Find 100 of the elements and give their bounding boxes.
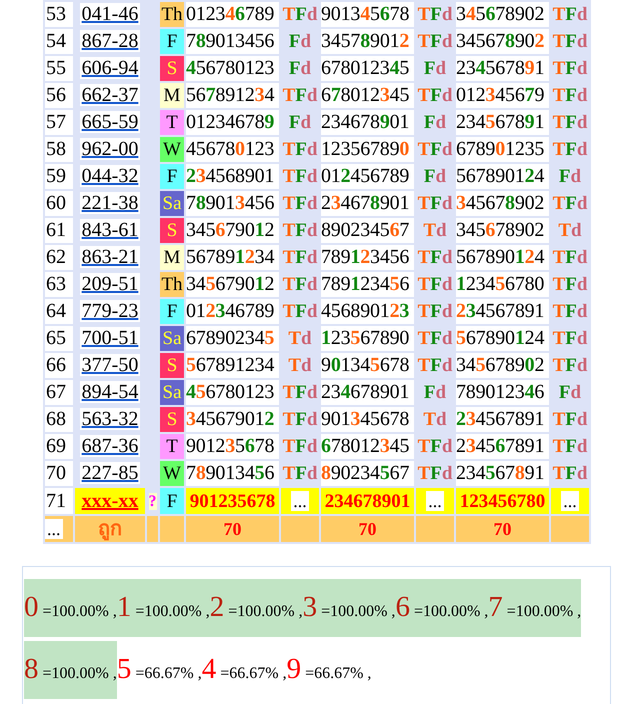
row-number: 62 [45,245,73,270]
match-label: Fd [424,166,446,187]
digit-stat: 9=66.67% , [286,652,372,687]
match-label: TFd [418,139,452,160]
number-cell: 234567891 [456,434,549,459]
day-badge: S [160,353,184,378]
question-mark: ? [148,493,156,510]
match-label: Fd [288,112,312,133]
number-cell: 456780123 [186,137,279,162]
number-cell: 234567891 [456,299,549,324]
day-badge: F [160,299,184,324]
number-cell: 890234567 [321,461,414,486]
row-number: 60 [45,191,73,216]
row-number: 66 [45,353,73,378]
match-label: TFd [418,193,452,214]
row-number: 59 [45,164,73,189]
number-cell: 678901235 [456,137,549,162]
total-label: ถูก [75,516,145,542]
number-cell: 567890124 [456,164,549,189]
ticket-link[interactable]: 221-38 [80,192,140,214]
match-label: TFd [282,220,318,241]
number-cell: 012346789 [186,2,279,27]
number-cell: 234567891 [456,407,549,432]
ticket-link[interactable]: 700-51 [80,327,140,349]
placeholder-mark: ... [291,490,309,510]
row-number: 65 [45,326,73,351]
number-cell: 345678902 [456,29,549,54]
digit-stat: 5=66.67% , [116,652,202,687]
row-number: 70 [45,461,73,486]
match-label: TFd [418,274,452,295]
ticket-link[interactable]: 779-23 [80,300,140,322]
number-cell: 456780123 [186,56,279,81]
ticket-link[interactable]: 687-36 [80,435,140,457]
digit-stat: 6=100.00% , [395,579,488,637]
ticket-link[interactable]: 863-21 [80,246,140,268]
match-label: TFd [282,436,318,457]
number-cell: 567891234 [186,245,279,270]
number-cell: 567891234 [186,353,279,378]
number-cell: 901235678 [186,434,279,459]
day-badge: M [160,245,184,270]
day-badge: Th [160,272,184,297]
ticket-link[interactable]: 041-46 [80,3,140,25]
match-label: TFd [418,4,452,25]
ticket-link[interactable]: 843-61 [80,219,140,241]
number-cell: 901345678 [321,2,414,27]
number-cell: 789123456 [321,245,414,270]
match-label: TFd [552,4,588,25]
number-cell: 567890124 [456,326,549,351]
match-label: TFd [418,85,452,106]
match-label: TFd [552,355,588,376]
day-badge: F [160,488,184,514]
row-number: 58 [45,137,73,162]
day-badge: S [160,218,184,243]
total-count: 70 [186,516,279,542]
match-label: TFd [552,301,588,322]
digit-stat: 0=100.00% , [24,579,117,637]
ticket-link[interactable]: 662-37 [80,84,140,106]
ticket-link[interactable]: 563-32 [80,408,140,430]
day-badge: W [160,461,184,486]
match-label: TFd [282,166,318,187]
number-cell: 345679012 [186,272,279,297]
digit-stat: 4=66.67% , [202,652,287,687]
day-badge: Sa [160,380,184,405]
match-label: TFd [282,382,318,403]
match-label: TFd [552,274,588,295]
number-cell: 678012345 [321,434,414,459]
ticket-link[interactable]: 044-32 [80,165,140,187]
match-label: TFd [552,409,588,430]
number-cell: 567891234 [186,83,279,108]
match-label: Fd [424,58,446,79]
match-label: Td [288,355,312,376]
ticket-link[interactable]: 377-50 [80,354,140,376]
day-badge: F [160,164,184,189]
match-label: Td [288,328,312,349]
placeholder-mark: ... [561,490,579,510]
ticket-link[interactable]: 894-54 [80,381,140,403]
match-label: TFd [282,4,318,25]
match-label: TFd [282,274,318,295]
ticket-link[interactable]: 665-59 [80,111,140,133]
ticket-link[interactable]: 962-00 [80,138,140,160]
number-cell: 234567891 [456,461,549,486]
match-label: TFd [552,436,588,457]
number-cell: 890234567 [321,218,414,243]
ticket-link[interactable]: 867-28 [80,30,140,52]
match-label: Td [423,409,447,430]
row-number: 61 [45,218,73,243]
match-label: TFd [552,328,588,349]
match-label: TFd [418,328,452,349]
match-label: Fd [424,112,446,133]
ticket-link[interactable]: 227-85 [80,462,140,484]
ticket-link[interactable]: 209-51 [80,273,140,295]
match-label: Fd [288,58,312,79]
row-number: 67 [45,380,73,405]
number-cell: 123567890 [321,326,414,351]
row-number: 68 [45,407,73,432]
match-label: TFd [552,31,588,52]
day-badge: Sa [160,191,184,216]
number-cell: 345789012 [321,29,414,54]
day-badge: F [160,29,184,54]
ticket-link[interactable]: 606-94 [80,57,140,79]
